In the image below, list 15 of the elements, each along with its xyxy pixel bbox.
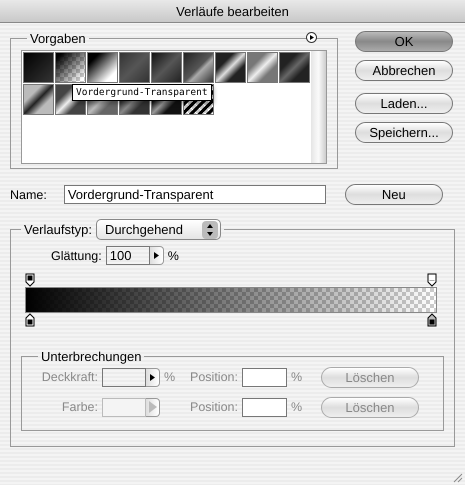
window-title: Verläufe bearbeiten bbox=[176, 4, 289, 18]
unit-label: % bbox=[290, 400, 304, 414]
name-label: Name: bbox=[10, 188, 47, 202]
smoothness-label: Glättung: bbox=[51, 248, 102, 262]
unit-label: % bbox=[164, 370, 176, 384]
stop-field-label: Farbe: bbox=[60, 400, 98, 414]
tooltip: Vordergrund-Transparent bbox=[72, 84, 212, 101]
gradient-type-label: Verlaufstyp: bbox=[24, 222, 92, 237]
unit-label: % bbox=[290, 370, 304, 384]
position-label: Position: bbox=[190, 370, 238, 384]
stop-field-label: Deckkraft: bbox=[40, 370, 98, 384]
group-label: Vorgaben bbox=[29, 31, 87, 46]
unit-label: % bbox=[168, 248, 179, 262]
group-label: Unterbrechungen bbox=[40, 349, 142, 364]
position-label: Position: bbox=[190, 400, 238, 414]
